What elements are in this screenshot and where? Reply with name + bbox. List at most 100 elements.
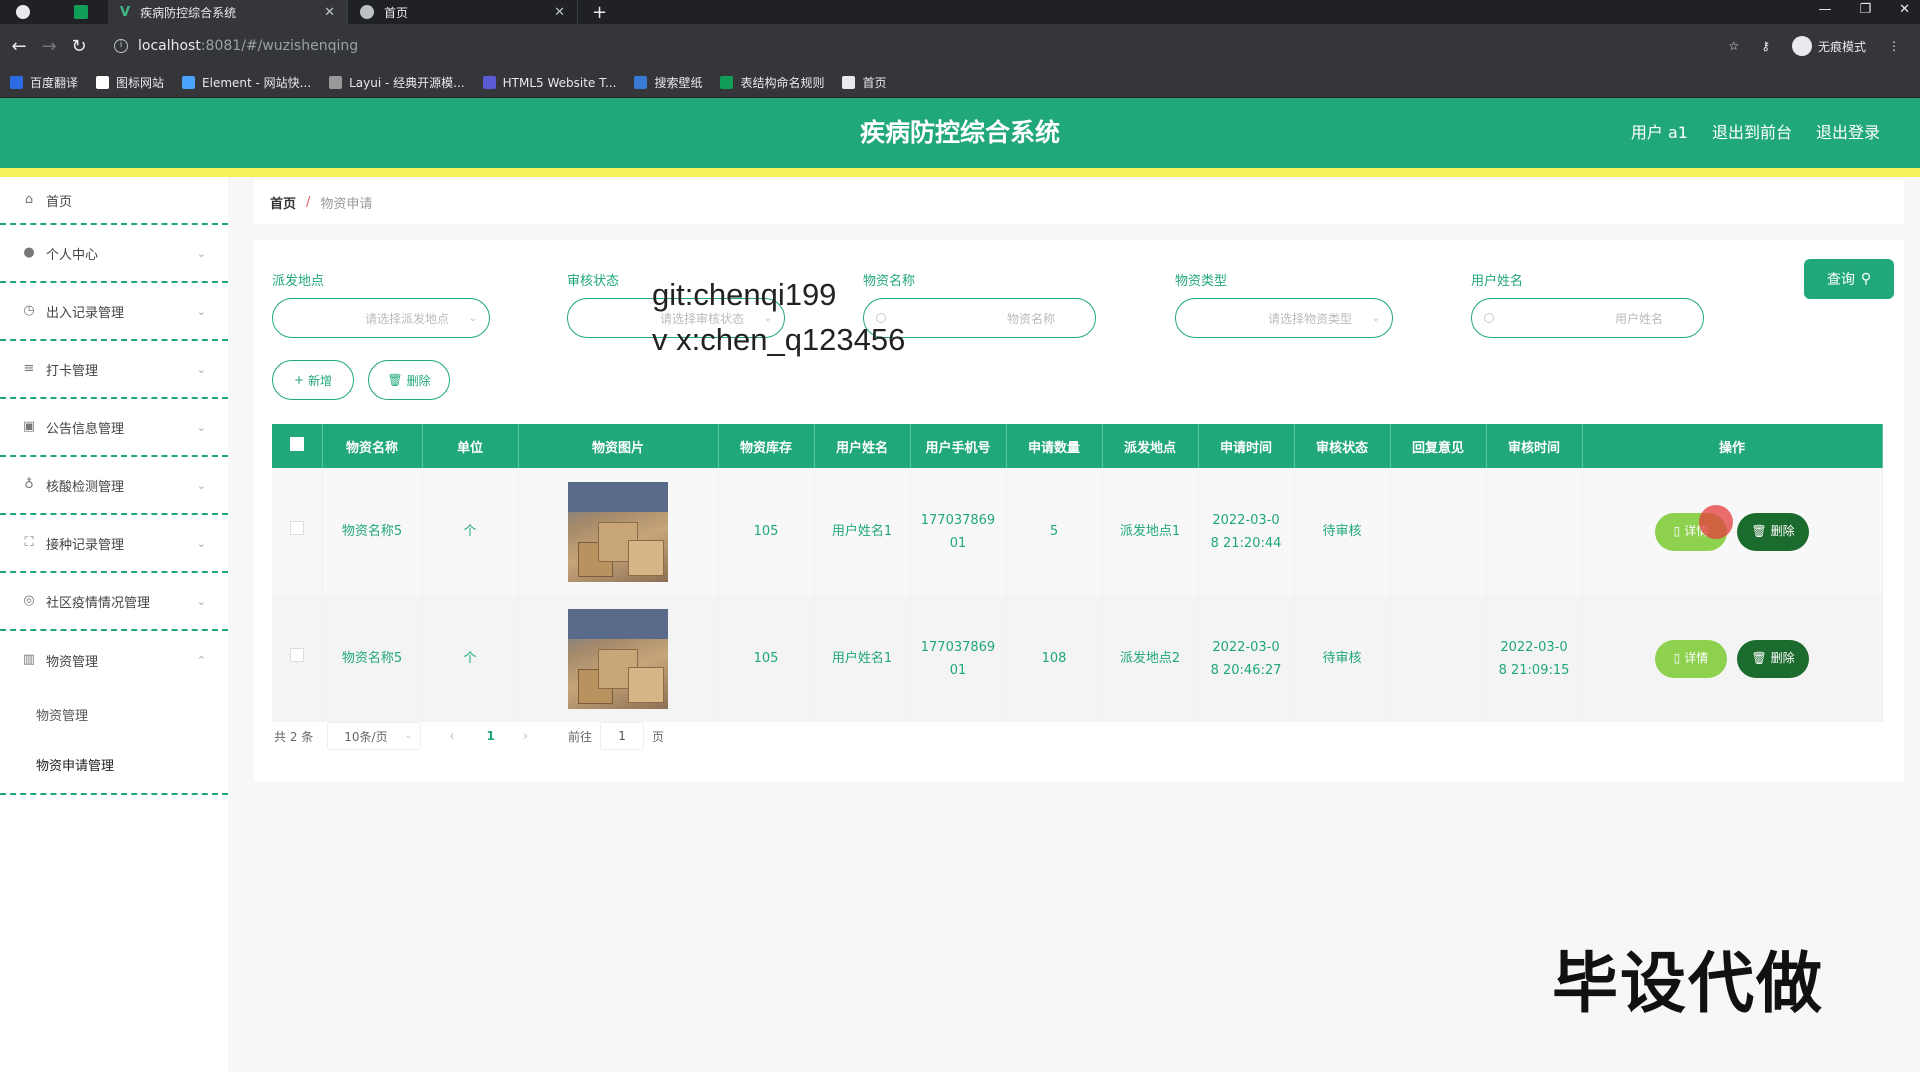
bookmark-item[interactable]: 百度翻译 (10, 74, 78, 91)
page-number[interactable]: 1 (486, 729, 494, 743)
bookmark-item[interactable]: Layui - 经典开源模... (329, 74, 465, 91)
chevron-down-icon: ⌄ (468, 312, 477, 324)
bookmark-icon (720, 76, 734, 89)
pager-goto-input[interactable]: 1 (600, 722, 645, 750)
star-icon[interactable]: ☆ (1728, 39, 1739, 53)
search-icon: ⚲ (1860, 271, 1872, 287)
mic-icon: ♁ (24, 477, 34, 492)
add-button[interactable]: + 新增 (272, 360, 354, 400)
bookmark-item[interactable]: 首页 (842, 74, 887, 91)
cell-image (518, 468, 719, 595)
phone-line1: 177037869 (920, 512, 996, 528)
forward-icon[interactable]: → (34, 36, 64, 57)
sidebar-item-home[interactable]: ⌂ 首页 (0, 177, 228, 225)
breadcrumb-home[interactable]: 首页 (270, 193, 296, 212)
bookmark-item[interactable]: HTML5 Website T... (482, 76, 616, 90)
table-header: 物资图片 (518, 424, 719, 468)
query-button[interactable]: 查询 ⚲ (1804, 259, 1894, 299)
sidebar-item-profile[interactable]: ● 个人中心 ⌄ (0, 225, 228, 283)
tab-active[interactable]: V 疾病防控综合系统 ✕ (108, 0, 348, 24)
filter-label-status: 审核状态 (567, 274, 620, 289)
sidebar-item-supplies[interactable]: ▥ 物资管理 ⌃ (0, 631, 228, 689)
new-tab-button[interactable]: + (592, 2, 607, 23)
sidebar-item-notices[interactable]: ▣ 公告信息管理 ⌄ (0, 399, 228, 457)
url-host: localhost (138, 38, 201, 54)
expand-icon: ⛶ (24, 535, 34, 550)
header-select-all[interactable] (272, 424, 323, 468)
cell-name: 物资名称5 (322, 595, 423, 722)
bookmark-item[interactable]: Element - 网站快... (182, 74, 311, 91)
bookmark-item[interactable]: 图标网站 (96, 74, 164, 91)
search-icon (1484, 313, 1494, 323)
bookmark-label: 首页 (862, 76, 887, 90)
page-size-select[interactable]: 10条/页 ⌄ (327, 722, 422, 750)
supply-image[interactable] (568, 481, 668, 582)
row-checkbox[interactable] (289, 521, 304, 535)
restore-icon[interactable]: ❐ (1859, 0, 1871, 20)
clipboard-icon: ▣ (22, 419, 36, 434)
tab-title: 首页 (384, 5, 409, 20)
pinned-tab-icon[interactable] (74, 5, 88, 19)
delete-button[interactable]: 🗑 删除 (1737, 512, 1810, 551)
incognito-icon (1791, 36, 1812, 56)
cell-reply (1390, 468, 1487, 595)
sidebar-item-nucleic-test[interactable]: ♁ 核酸检测管理 ⌄ (0, 457, 228, 515)
tab-inactive[interactable]: 首页 ✕ (348, 0, 578, 24)
back-to-front-link[interactable]: 退出到前台 (1712, 98, 1792, 168)
sidebar-item-community-epidemic[interactable]: ◎ 社区疫情情况管理 ⌄ (0, 573, 228, 631)
next-page-icon[interactable]: › (523, 729, 528, 744)
bookmarks-bar: 百度翻译 图标网站 Element - 网站快... Layui - 经典开源模...… (0, 68, 1920, 98)
reload-icon[interactable]: ↻ (64, 36, 94, 57)
watermark-text: git:chenqi199 v x:chen_q123456 (652, 272, 905, 362)
close-window-icon[interactable]: ✕ (1899, 0, 1910, 20)
list-icon: ≡ (23, 361, 35, 376)
url-field[interactable]: i localhost:8081/#/wuzishenqing (114, 38, 358, 54)
site-info-icon[interactable]: i (114, 39, 128, 53)
time-line2: 8 21:20:44 (1210, 535, 1282, 551)
home-icon: ⌂ (24, 192, 34, 207)
batch-delete-button[interactable]: 🗑 删除 (368, 360, 450, 400)
bookmark-item[interactable]: 搜索壁纸 (634, 74, 702, 91)
close-tab-icon[interactable]: ✕ (324, 5, 335, 20)
sidebar-item-access-records[interactable]: ◷ 出入记录管理 ⌄ (0, 283, 228, 341)
detail-button[interactable]: ▯ 详情 (1654, 504, 1733, 551)
prev-page-icon[interactable]: ‹ (449, 729, 454, 744)
table-header: 派发地点 (1102, 424, 1199, 468)
table-header: 回复意见 (1390, 424, 1487, 468)
supply-image[interactable] (568, 608, 668, 709)
watermark-line2: v x:chen_q123456 (652, 322, 906, 357)
table-header: 物资库存 (718, 424, 815, 468)
window-controls: — ❐ ✕ (1818, 0, 1910, 20)
select-all-checkbox[interactable] (289, 437, 304, 451)
phone-line1: 177037869 (920, 639, 996, 655)
detail-button[interactable]: ▯ 详情 (1654, 639, 1727, 678)
minimize-icon[interactable]: — (1818, 0, 1831, 20)
table-header: 物资名称 (322, 424, 423, 468)
bookmark-label: 表结构命名规则 (740, 76, 825, 90)
chevron-up-icon: ⌃ (196, 653, 206, 667)
incognito-indicator[interactable]: 无痕模式 (1791, 36, 1866, 56)
time-line1: 2022-03-0 (1212, 512, 1280, 528)
sidebar-item-vaccination[interactable]: ⛶ 接种记录管理 ⌄ (0, 515, 228, 573)
user-search-input[interactable]: 用户姓名 (1471, 298, 1704, 338)
location-select[interactable]: 请选择派发地点 ⌄ (272, 298, 490, 338)
logout-link[interactable]: 退出登录 (1816, 98, 1880, 168)
type-select[interactable]: 请选择物资类型 ⌄ (1175, 298, 1393, 338)
chevron-down-icon: ⌄ (404, 731, 413, 741)
sidebar-item-label: 首页 (46, 194, 73, 210)
close-tab-icon[interactable]: ✕ (554, 5, 565, 20)
page-size-value: 10条/页 (344, 729, 388, 744)
bookmark-item[interactable]: 表结构命名规则 (720, 74, 824, 91)
table-header: 申请数量 (1006, 424, 1103, 468)
back-icon[interactable]: ← (4, 36, 34, 57)
delete-button[interactable]: 🗑 删除 (1737, 639, 1810, 678)
filter-label-user: 用户姓名 (1471, 274, 1524, 289)
vue-icon: V (120, 4, 131, 20)
sidebar-subitem-supply-requests[interactable]: 物资申请管理 (0, 739, 228, 789)
sidebar-subitem-supplies[interactable]: 物资管理 (0, 689, 228, 739)
sidebar-item-checkin[interactable]: ≡ 打卡管理 ⌄ (0, 341, 228, 399)
doc-icon: ▯ (1673, 651, 1681, 665)
row-checkbox[interactable] (289, 648, 304, 662)
menu-kebab-icon[interactable]: ⋮ (1888, 39, 1900, 53)
key-icon[interactable]: ⚷ (1761, 39, 1770, 53)
